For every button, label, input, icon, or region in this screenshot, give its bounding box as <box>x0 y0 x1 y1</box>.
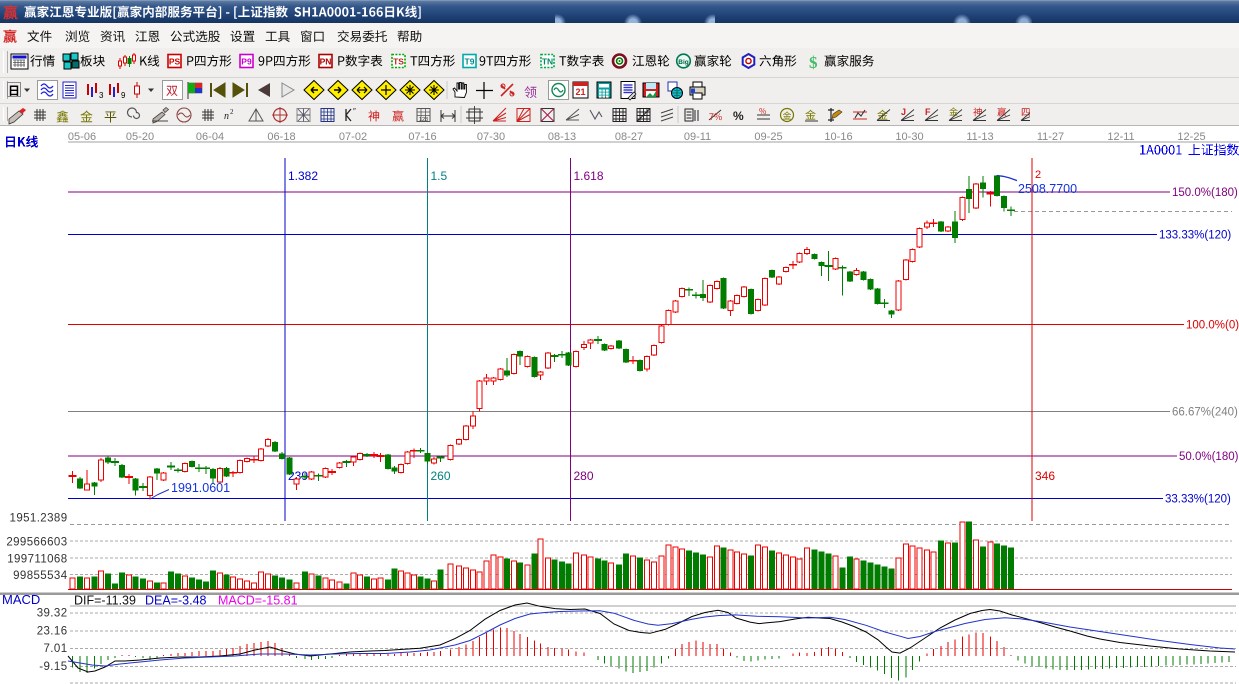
svg-text:P9: P9 <box>241 57 252 67</box>
svg-text:1.5: 1.5 <box>431 169 448 183</box>
svg-text:06-18: 06-18 <box>267 131 295 143</box>
svg-text:150.0%(180): 150.0%(180) <box>1172 187 1238 199</box>
svg-text:39.32: 39.32 <box>37 608 68 620</box>
svg-text:133.33%(120): 133.33%(120) <box>1159 230 1231 242</box>
svg-text:09-25: 09-25 <box>754 131 782 143</box>
svg-text:PN: PN <box>320 57 332 67</box>
svg-text:346: 346 <box>1035 469 1055 483</box>
svg-text:05-20: 05-20 <box>126 131 154 143</box>
svg-text:3: 3 <box>99 91 104 100</box>
svg-text:TN: TN <box>542 57 553 67</box>
svg-text:05-06: 05-06 <box>68 131 96 143</box>
svg-text:1991.0601: 1991.0601 <box>171 481 230 495</box>
svg-text:08-13: 08-13 <box>548 131 576 143</box>
svg-text:$: $ <box>809 53 818 72</box>
svg-text:50.0%(180): 50.0%(180) <box>1179 451 1239 463</box>
svg-text:280: 280 <box>574 469 594 483</box>
svg-text:-9.15: -9.15 <box>39 661 67 673</box>
svg-text:1.382: 1.382 <box>288 169 318 183</box>
svg-text:11-27: 11-27 <box>1037 131 1064 143</box>
svg-text:10-30: 10-30 <box>895 131 923 143</box>
svg-text:%: % <box>733 109 744 123</box>
svg-text:″: ″ <box>353 107 356 116</box>
svg-text:T9: T9 <box>465 57 475 67</box>
svg-text:33.33%(120): 33.33%(120) <box>1165 494 1231 506</box>
svg-text:J: J <box>901 107 906 117</box>
svg-text:09-11: 09-11 <box>684 131 711 143</box>
svg-text:F: F <box>925 107 931 117</box>
svg-text:9: 9 <box>121 91 126 100</box>
svg-text:12-25: 12-25 <box>1177 131 1205 143</box>
svg-text:PS: PS <box>169 57 181 67</box>
svg-text:11-13: 11-13 <box>966 131 993 143</box>
svg-text:199711068: 199711068 <box>7 554 67 566</box>
svg-text:2: 2 <box>1035 169 1041 181</box>
svg-text:1.618: 1.618 <box>574 169 604 183</box>
svg-text:06-04: 06-04 <box>196 131 224 143</box>
svg-text:2: 2 <box>230 108 234 116</box>
svg-text:123: 123 <box>419 117 428 123</box>
svg-text:260: 260 <box>431 469 451 483</box>
svg-text:2508.7700: 2508.7700 <box>1018 182 1077 196</box>
svg-text:1951.2389: 1951.2389 <box>10 513 68 525</box>
svg-text:299566603: 299566603 <box>6 537 67 549</box>
svg-text:07-02: 07-02 <box>339 131 367 143</box>
svg-text:21: 21 <box>575 87 585 97</box>
svg-text:12-11: 12-11 <box>1107 131 1134 143</box>
svg-text:7.01: 7.01 <box>44 643 68 655</box>
svg-text:23.16: 23.16 <box>37 625 68 637</box>
svg-text:08-27: 08-27 <box>615 131 643 143</box>
svg-text:66.67%(240): 66.67%(240) <box>1172 407 1238 419</box>
svg-text:10-16: 10-16 <box>824 131 852 143</box>
svg-text:07-30: 07-30 <box>477 131 505 143</box>
svg-text:n: n <box>224 111 229 122</box>
svg-text:07-16: 07-16 <box>408 131 436 143</box>
svg-text:99855534: 99855534 <box>13 570 68 582</box>
svg-text:TS: TS <box>393 57 404 67</box>
svg-text:Big: Big <box>678 59 689 66</box>
svg-text:100.0%(0): 100.0%(0) <box>1186 320 1239 332</box>
svg-text:MACD: MACD <box>2 592 40 607</box>
